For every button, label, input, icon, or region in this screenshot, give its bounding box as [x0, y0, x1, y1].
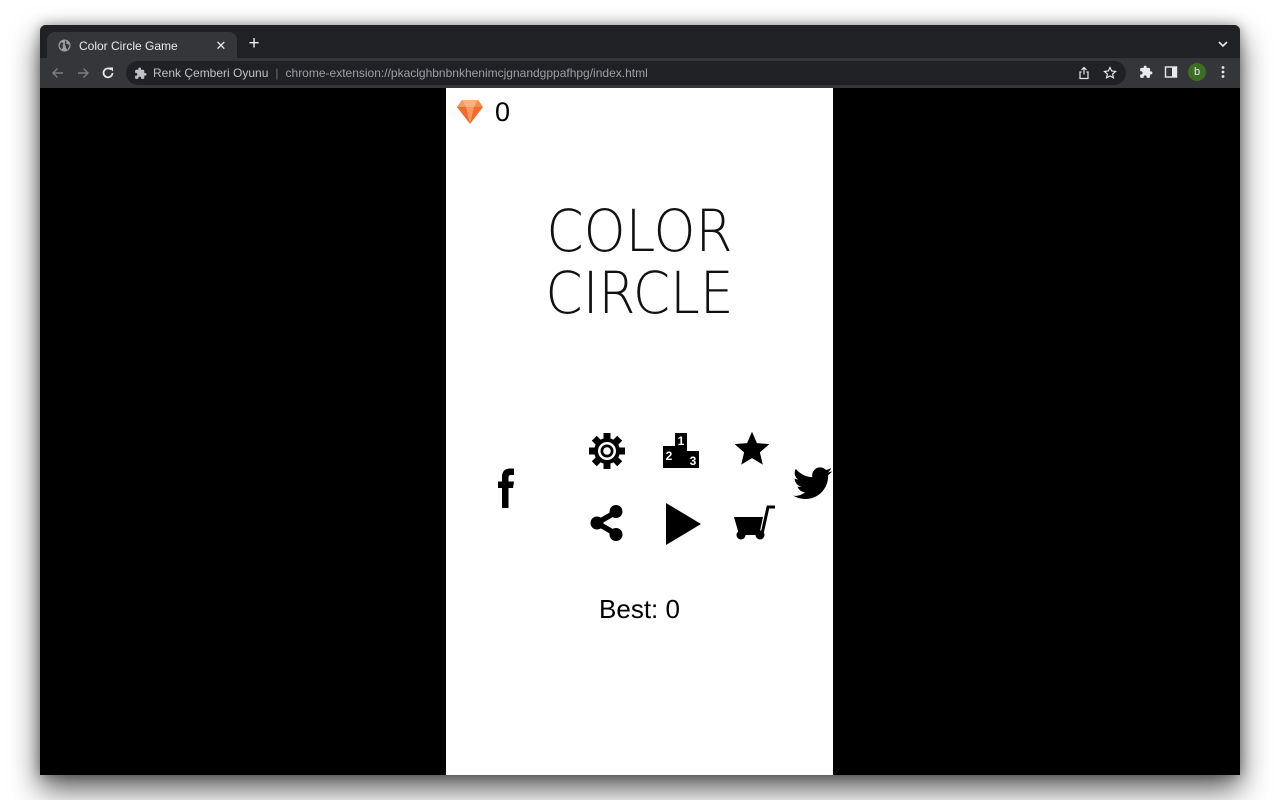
game-panel: 0 COLOR CIRCLE 1 2 3 Best: 0	[446, 88, 833, 775]
url-text[interactable]: chrome-extension://pkaclghbnbnkhenimcjgn…	[286, 66, 648, 80]
gem-counter: 0	[456, 97, 510, 127]
tab-strip: Color Circle Game ✕ +	[40, 25, 1240, 59]
leaderboard-podium-icon[interactable]: 1 2 3	[662, 431, 700, 469]
reload-icon[interactable]	[99, 64, 117, 82]
podium-second: 2	[666, 449, 673, 463]
logo-line-1: COLOR	[546, 197, 733, 265]
best-score: Best: 0	[599, 594, 680, 624]
address-bar[interactable]: Renk Çemberi Oyunu | chrome-extension://…	[126, 61, 1126, 85]
play-button[interactable]	[662, 501, 704, 547]
extension-puzzle-icon	[134, 67, 147, 80]
game-logo: COLOR CIRCLE	[461, 200, 817, 324]
extensions-icon[interactable]	[1138, 64, 1154, 80]
new-tab-button[interactable]: +	[245, 34, 263, 54]
play-icon	[666, 503, 701, 545]
side-panel-icon[interactable]	[1163, 64, 1179, 80]
browser-toolbar: Renk Çemberi Oyunu | chrome-extension://…	[40, 58, 1240, 88]
facebook-icon[interactable]	[494, 467, 518, 509]
podium-third: 3	[690, 454, 697, 468]
close-tab-icon[interactable]: ✕	[213, 38, 229, 54]
page-viewport: 0 COLOR CIRCLE 1 2 3 Best: 0	[40, 88, 1240, 775]
omnibox-separator: |	[275, 66, 279, 80]
settings-gear-icon[interactable]	[588, 432, 626, 470]
podium-first: 1	[678, 434, 685, 448]
profile-avatar[interactable]: b	[1188, 63, 1206, 81]
share-icon[interactable]	[588, 504, 626, 542]
globe-icon	[58, 39, 71, 52]
twitter-icon[interactable]	[792, 466, 834, 502]
share-page-icon[interactable]	[1076, 65, 1092, 81]
menu-icon[interactable]	[1215, 64, 1231, 80]
gem-count: 0	[495, 97, 511, 127]
tab-title: Color Circle Game	[79, 38, 178, 53]
shop-cart-icon[interactable]	[733, 504, 777, 542]
site-name: Renk Çemberi Oyunu	[153, 66, 269, 80]
tab-search-icon[interactable]	[1216, 37, 1230, 51]
gem-icon	[456, 99, 484, 125]
back-icon[interactable]	[49, 64, 67, 82]
browser-window: Color Circle Game ✕ + Renk Çemberi Oyunu…	[40, 25, 1240, 775]
rate-star-icon[interactable]	[733, 430, 771, 468]
bookmark-star-icon[interactable]	[1102, 65, 1118, 81]
logo-line-2: CIRCLE	[545, 259, 734, 327]
tab-color-circle-game[interactable]: Color Circle Game ✕	[47, 32, 237, 59]
forward-icon[interactable]	[74, 64, 92, 82]
